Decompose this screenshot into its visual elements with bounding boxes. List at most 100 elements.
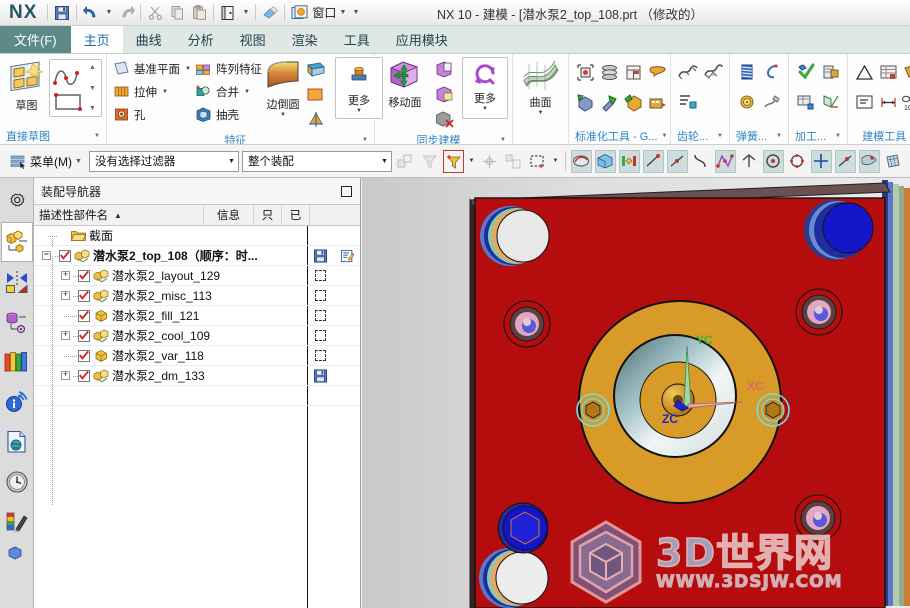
tree-expander-collapse[interactable]: − xyxy=(42,251,51,260)
cell-modified[interactable] xyxy=(334,249,360,262)
table-row[interactable]: 潜水泵2_fill_121 xyxy=(34,306,360,326)
cad-model-svg[interactable]: YC XC ZC xyxy=(362,178,910,608)
snap-point-on-face-icon[interactable] xyxy=(858,149,880,173)
gallery-scroll-buttons[interactable]: ▲ ▼ ▼ xyxy=(86,64,99,112)
window-switch-icon[interactable] xyxy=(288,2,310,23)
tab-render[interactable]: 渲染 xyxy=(279,26,331,53)
cell-readonly[interactable] xyxy=(306,310,334,321)
sync-more-button[interactable]: 更多 ▼ xyxy=(465,59,505,112)
sync-more-box[interactable]: 更多 ▼ xyxy=(462,57,508,119)
library-export-icon[interactable] xyxy=(648,93,667,112)
shell-button[interactable]: 抽壳 xyxy=(193,103,262,126)
tree-item-top-assembly[interactable]: − 潜水泵2_top_108（顺序：时... xyxy=(34,236,285,265)
checkbox-checked[interactable] xyxy=(78,309,90,322)
navigator-tree[interactable]: 截面 − 潜水泵2_top_108（顺序：时... + 潜水泵2_layout_… xyxy=(34,226,360,608)
add-star-icon[interactable] xyxy=(903,64,910,81)
rail-item-hd3d-tools[interactable] xyxy=(1,382,33,422)
chevron-down-icon[interactable]: ▼ xyxy=(356,108,362,114)
sketch-spline-icon[interactable] xyxy=(52,62,86,88)
snap-point-on-curve-icon[interactable] xyxy=(834,149,856,173)
grid-table-icon[interactable] xyxy=(879,64,898,81)
bevel-gear-icon[interactable] xyxy=(703,63,723,81)
column-header-info[interactable]: 信息 xyxy=(204,205,254,225)
chamfer-icon[interactable] xyxy=(306,61,326,79)
table-row-empty[interactable] xyxy=(34,386,360,406)
snap-control-point-icon[interactable] xyxy=(714,149,736,173)
tree-item-cool[interactable]: + 潜水泵2_cool_109 xyxy=(34,326,285,345)
delete-face-icon[interactable] xyxy=(435,110,455,130)
chevron-down-icon[interactable]: ▼ xyxy=(162,89,168,95)
column-header-modified[interactable]: 已 xyxy=(282,205,310,225)
chevron-down-icon[interactable]: ▼ xyxy=(280,112,286,118)
snap-curve-icon[interactable] xyxy=(691,150,712,173)
chevron-down-icon[interactable]: ▼ xyxy=(482,106,488,112)
spur-gear-icon[interactable] xyxy=(677,63,698,81)
selection-scope-combo[interactable]: 整个装配 ▼ xyxy=(241,150,392,172)
sketch-button[interactable]: 草图 xyxy=(4,58,49,113)
filter-active-icon[interactable] xyxy=(442,149,464,173)
snap-endpoint-icon[interactable] xyxy=(642,149,664,173)
coil-spring-icon[interactable] xyxy=(738,63,756,81)
table-part-icon[interactable] xyxy=(624,63,643,82)
table-row[interactable]: + 潜水泵2_misc_113 xyxy=(34,286,360,306)
snap-existing-point-icon[interactable] xyxy=(810,149,832,173)
machining-setup-icon[interactable] xyxy=(822,63,840,81)
fastener-icon[interactable] xyxy=(576,63,595,82)
tree-item-var[interactable]: 潜水泵2_var_118 xyxy=(34,346,285,365)
menu-button[interactable]: 菜单(M) ▼ xyxy=(6,153,86,170)
hole-button[interactable]: 孔 xyxy=(111,103,191,126)
tree-expander-expand[interactable]: + xyxy=(61,371,70,380)
rail-item-more[interactable] xyxy=(1,542,33,564)
checkbox-checked[interactable] xyxy=(78,349,90,362)
move-face-button[interactable]: 移动面 xyxy=(379,57,431,110)
graphics-viewport[interactable]: YC XC ZC 3D世界网 WWW.3DSJW.COM xyxy=(362,178,910,608)
snap-face-icon[interactable] xyxy=(594,149,616,173)
undo-dropdown-caret[interactable]: ▼ xyxy=(102,2,115,23)
tab-file[interactable]: 文件(F) xyxy=(0,26,71,53)
checkbox-checked[interactable] xyxy=(78,329,90,342)
spring-edit-icon[interactable] xyxy=(763,93,781,111)
datum-csys-icon[interactable] xyxy=(306,111,326,129)
snap-intersection-icon[interactable] xyxy=(739,150,760,173)
cell-readonly[interactable] xyxy=(306,290,334,301)
window-dropdown-caret[interactable]: ▼ xyxy=(336,2,349,23)
datum-plane-button[interactable]: 基准平面 ▼ xyxy=(111,57,191,80)
gallery-dropdown-icon[interactable]: ▼ xyxy=(89,85,96,92)
checkbox-checked[interactable] xyxy=(59,249,71,262)
tree-item-section[interactable]: 截面 xyxy=(34,226,285,245)
select-assembly-icon[interactable] xyxy=(395,150,416,173)
tree-expander-expand[interactable]: + xyxy=(61,291,70,300)
checkbox-checked[interactable] xyxy=(78,269,90,282)
table-row[interactable]: 截面 xyxy=(34,226,360,246)
column-header-name[interactable]: 描述性部件名 ▲ xyxy=(34,205,204,225)
tree-item-fill[interactable]: 潜水泵2_fill_121 xyxy=(34,306,285,325)
rail-item-assembly-navigator[interactable] xyxy=(0,222,33,262)
tab-curve[interactable]: 曲线 xyxy=(123,26,175,53)
gear-list-icon[interactable] xyxy=(678,93,698,111)
eraser-icon[interactable] xyxy=(259,2,281,23)
note-icon[interactable] xyxy=(855,94,874,111)
table-row[interactable]: 潜水泵2_var_118 xyxy=(34,346,360,366)
package-icon[interactable] xyxy=(623,93,643,112)
insert-part-icon[interactable] xyxy=(576,93,595,112)
gallery-scroll-up-icon[interactable]: ▲ xyxy=(89,64,96,71)
snap-arc-center-icon[interactable] xyxy=(762,149,784,173)
extrude-button[interactable]: 拉伸 ▼ xyxy=(111,80,191,103)
triangle-icon[interactable] xyxy=(855,64,874,81)
unite-button[interactable]: 合并 ▼ xyxy=(193,80,262,103)
open-part-icon[interactable] xyxy=(217,2,239,23)
rail-item-web-browser[interactable] xyxy=(1,422,33,462)
cell-readonly[interactable] xyxy=(306,270,334,281)
feature-more-button[interactable]: 更多 ▼ xyxy=(338,59,380,114)
tolerance-icon[interactable]: 10H7 xyxy=(901,94,910,111)
snap-point-icon[interactable] xyxy=(618,149,640,173)
group-expand-caret[interactable]: ▼ xyxy=(500,137,506,143)
spiral-spring-icon[interactable] xyxy=(738,93,756,111)
tree-item-misc[interactable]: + 潜水泵2_misc_113 xyxy=(34,286,285,305)
checkbox-checked[interactable] xyxy=(78,289,90,302)
snap-midpoint-icon[interactable] xyxy=(666,149,688,173)
chevron-down-icon[interactable]: ▼ xyxy=(244,89,250,95)
paste-icon[interactable] xyxy=(188,2,210,23)
snap-point-toggle-icon[interactable] xyxy=(479,150,500,173)
cell-readonly[interactable] xyxy=(306,330,334,341)
